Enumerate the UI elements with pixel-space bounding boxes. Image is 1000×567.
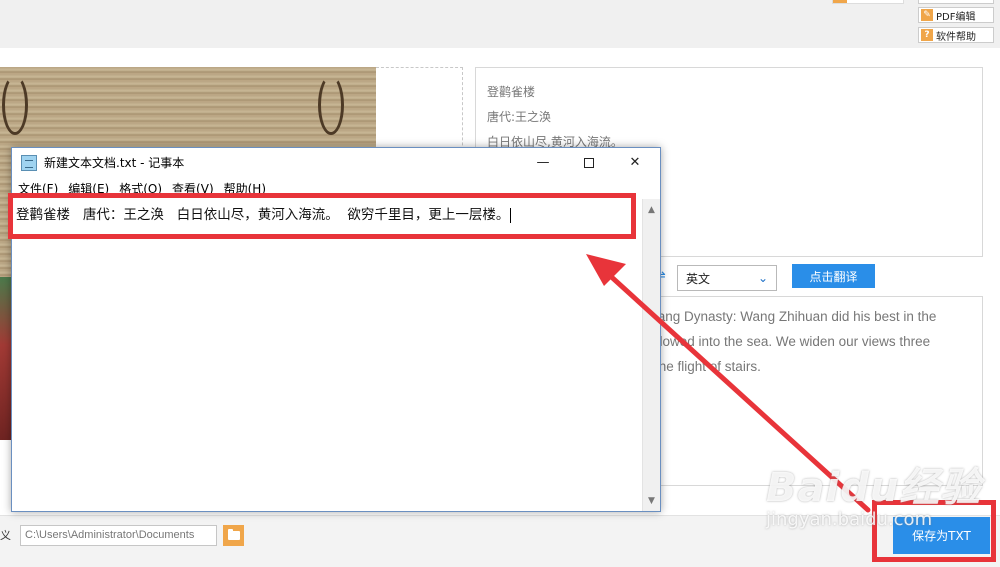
language-select-value: 英文 [686, 271, 711, 286]
pdf-edit-button[interactable]: ✎ PDF编辑 [918, 7, 994, 23]
watermark-main: Baidu经验 [766, 465, 982, 511]
translation-line: er flowed into the sea. We widen our vie… [640, 334, 931, 349]
pencil-icon: ✎ [921, 9, 933, 21]
toolbar-button-partial[interactable] [832, 0, 904, 4]
vertical-scrollbar[interactable]: ▲ ▼ [642, 199, 660, 511]
translation-text: n Tang Dynasty: Wang Zhihuan did his bes… [640, 304, 978, 379]
baidu-watermark: Baidu经验 jingyan.baidu.com [766, 455, 981, 530]
browse-folder-button[interactable] [223, 525, 244, 546]
pdf-edit-label: PDF编辑 [936, 11, 976, 23]
maximize-button[interactable] [566, 148, 612, 177]
close-button[interactable]: ✕ [612, 148, 658, 177]
notepad-text-area[interactable]: 登鹳雀楼 唐代：王之涣 白日依山尽，黄河入海流。 欲穷千里目，更上一层楼。 [12, 199, 642, 511]
hanging-hook-right [318, 75, 344, 135]
help-button[interactable]: ? 软件帮助 [918, 27, 994, 43]
translation-line: g one flight of stairs. [640, 359, 761, 374]
app-toolbar [0, 0, 1000, 48]
ocr-line: 登鹳雀楼 [487, 85, 536, 99]
help-icon: ? [921, 29, 933, 41]
scroll-down-icon[interactable]: ▼ [643, 492, 660, 509]
language-select[interactable]: 英文 ⌄ [677, 265, 777, 291]
chevron-down-icon: ⌄ [757, 271, 768, 285]
folder-icon [227, 529, 240, 540]
minimize-button[interactable]: — [520, 148, 566, 177]
annotation-box-text [8, 193, 636, 239]
scroll-up-icon[interactable]: ▲ [643, 201, 660, 218]
translation-line: n Tang Dynasty: Wang Zhihuan did his bes… [640, 309, 937, 324]
output-path-input[interactable]: C:\Users\Administrator\Documents [20, 525, 217, 546]
notepad-title: 新建文本文档.txt - 记事本 [44, 156, 185, 170]
hanging-hook-left [2, 75, 28, 135]
output-path-label: 义 [0, 529, 11, 542]
help-label: 软件帮助 [936, 31, 976, 43]
maximize-icon [584, 157, 594, 168]
ocr-line: 唐代:王之涣 [487, 110, 552, 124]
side-button-partial[interactable] [918, 0, 994, 4]
translate-button[interactable]: 点击翻译 [792, 264, 875, 288]
notepad-icon [21, 154, 37, 171]
